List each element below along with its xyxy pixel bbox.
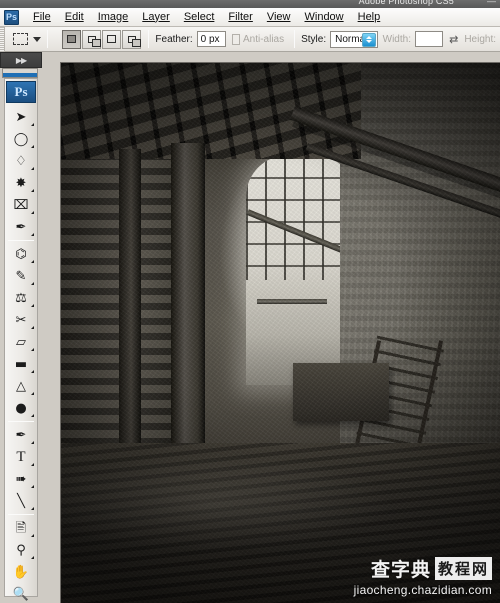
tools-divider — [8, 421, 34, 422]
style-select[interactable]: Normal — [330, 30, 378, 48]
menu-image-label: Image — [97, 10, 129, 23]
move-tool[interactable]: ➤ — [6, 106, 36, 128]
window-title: Adobe Photoshop CS5 — [358, 0, 454, 6]
tools-divider — [8, 240, 34, 241]
new-selection-button[interactable] — [62, 29, 82, 49]
notes-tool[interactable]: 🖹 — [6, 517, 36, 539]
rectangular-marquee-icon[interactable] — [13, 30, 29, 48]
menu-layer-label: Layer — [142, 10, 170, 23]
anti-alias-checkbox[interactable] — [232, 33, 240, 45]
panel-dock-expand[interactable]: ▶▶ — [0, 52, 42, 68]
tools-panel: Ps ➤ ◯ ♢ ✸ ⌧ ✒ ⌬ ✎ ⚖ ✂ ▱ ▬ △ ● ✒ T ➠ ╲ 🖹… — [4, 78, 38, 601]
menu-view[interactable]: View — [260, 10, 298, 25]
menu-edit-label: Edit — [64, 10, 84, 23]
feather-input[interactable]: 0 px — [196, 31, 227, 47]
menu-view-label: View — [266, 10, 291, 23]
type-tool[interactable]: T — [6, 446, 36, 468]
swap-width-height-icon[interactable]: ⇄ — [449, 33, 458, 46]
anti-alias-label: Anti-alias — [242, 33, 285, 45]
eyedropper-tool[interactable]: ⚲ — [6, 539, 36, 561]
height-label: Height: — [464, 33, 496, 45]
menu-window-label: Window — [304, 10, 344, 23]
menu-help[interactable]: Help — [351, 10, 388, 25]
brush-tool[interactable]: ✎ — [6, 265, 36, 287]
menu-bar: Ps File Edit Image Layer Select Filter V… — [0, 8, 500, 27]
width-input[interactable] — [414, 31, 444, 47]
chevron-double-right-icon: ▶▶ — [15, 55, 27, 65]
slice-tool[interactable]: ✒ — [6, 216, 36, 238]
zoom-tool[interactable]: 🔍 — [6, 583, 36, 603]
menu-filter-label: Filter — [228, 10, 253, 23]
selection-mode-group — [62, 29, 142, 49]
healing-brush-tool[interactable]: ⌬ — [6, 243, 36, 265]
tool-preset-chevron-down-icon[interactable] — [33, 36, 42, 42]
tools-panel-logo-icon[interactable]: Ps — [6, 81, 36, 103]
menu-image[interactable]: Image — [91, 10, 136, 25]
options-bar-grip[interactable] — [0, 26, 6, 52]
feather-label: Feather: — [155, 33, 193, 45]
path-selection-tool[interactable]: ➠ — [6, 468, 36, 490]
intersect-with-selection-button[interactable] — [122, 29, 142, 49]
menu-layer[interactable]: Layer — [135, 10, 177, 25]
photoshop-window: Adobe Photoshop CS5 — Ps File Edit Image… — [0, 0, 500, 603]
gradient-tool[interactable]: ▬ — [6, 353, 36, 375]
width-label: Width: — [382, 33, 411, 45]
menu-select[interactable]: Select — [177, 10, 222, 25]
blur-tool[interactable]: △ — [6, 375, 36, 397]
menu-file[interactable]: File — [26, 10, 58, 25]
tools-divider — [8, 514, 34, 515]
rectangular-marquee-tool[interactable]: ◯ — [6, 128, 36, 150]
menu-edit[interactable]: Edit — [58, 10, 91, 25]
history-brush-tool[interactable]: ✂ — [6, 309, 36, 331]
hand-tool[interactable]: ✋ — [6, 561, 36, 583]
add-to-selection-button[interactable] — [82, 29, 102, 49]
line-shape-tool[interactable]: ╲ — [6, 490, 36, 512]
eraser-tool[interactable]: ▱ — [6, 331, 36, 353]
menu-select-label: Select — [183, 10, 215, 23]
style-spinner-icon[interactable] — [361, 32, 376, 47]
document-canvas[interactable]: 查字典 教程网 jiaocheng.chazidian.com — [60, 62, 500, 603]
tool-options-bar: Feather: 0 px Anti-alias Style: Normal W… — [0, 26, 500, 52]
app-logo-icon[interactable]: Ps — [4, 9, 19, 25]
dock-accent-bar — [2, 68, 38, 78]
magic-wand-tool[interactable]: ✸ — [6, 172, 36, 194]
dodge-tool[interactable]: ● — [6, 397, 36, 419]
menu-help-label: Help — [357, 10, 381, 23]
menu-window[interactable]: Window — [298, 10, 351, 25]
crop-tool[interactable]: ⌧ — [6, 194, 36, 216]
photo-image — [61, 63, 500, 603]
subtract-from-selection-button[interactable] — [102, 29, 122, 49]
menu-filter[interactable]: Filter — [221, 10, 259, 25]
title-bar: Adobe Photoshop CS5 — — [0, 0, 500, 8]
menu-file-label: File — [33, 10, 51, 23]
pen-tool[interactable]: ✒ — [6, 424, 36, 446]
clone-stamp-tool[interactable]: ⚖ — [6, 287, 36, 309]
style-label: Style: — [301, 33, 327, 45]
lasso-tool[interactable]: ♢ — [6, 150, 36, 172]
minimize-button[interactable]: — — [487, 0, 496, 6]
